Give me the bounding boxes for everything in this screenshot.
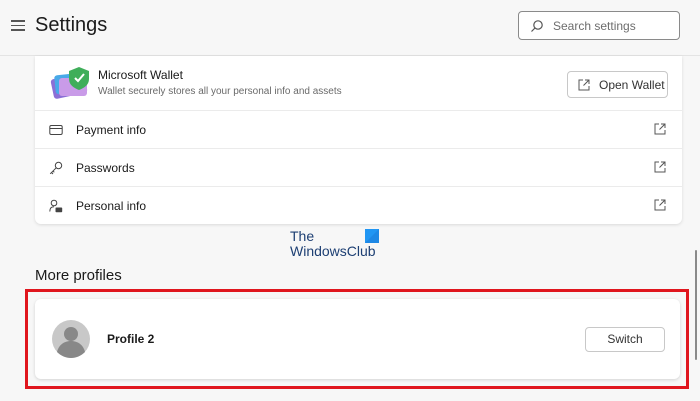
credit-card-icon: [49, 125, 63, 135]
watermark-line2: WindowsClub: [290, 243, 376, 259]
header-bar: Settings: [0, 0, 700, 56]
wallet-row-label: Passwords: [76, 161, 135, 175]
hamburger-menu-icon[interactable]: [11, 20, 25, 32]
external-link-icon[interactable]: [654, 161, 666, 173]
open-wallet-label: Open Wallet: [599, 78, 665, 92]
open-wallet-button[interactable]: Open Wallet: [567, 71, 668, 98]
external-link-icon[interactable]: [654, 199, 666, 211]
wallet-row-personal-info[interactable]: Personal info: [35, 187, 682, 225]
avatar: [52, 320, 90, 358]
external-link-icon[interactable]: [654, 123, 666, 135]
more-profiles-heading: More profiles: [35, 267, 122, 284]
profile-card: Profile 2 Switch: [35, 299, 680, 379]
key-icon: [49, 161, 63, 175]
watermark: The WindowsClub: [290, 228, 390, 262]
search-icon: [531, 20, 543, 32]
windows-logo-icon: [365, 229, 379, 243]
microsoft-wallet-logo-icon: [50, 67, 89, 99]
wallet-card: Microsoft Wallet Wallet securely stores …: [35, 56, 682, 224]
wallet-title: Microsoft Wallet: [98, 68, 183, 82]
person-card-icon: [49, 199, 63, 213]
wallet-row-passwords[interactable]: Passwords: [35, 149, 682, 187]
switch-profile-button[interactable]: Switch: [585, 327, 665, 352]
wallet-header: Microsoft Wallet Wallet securely stores …: [35, 56, 682, 111]
wallet-row-label: Payment info: [76, 123, 147, 137]
external-link-icon: [578, 79, 590, 91]
wallet-row-label: Personal info: [76, 199, 147, 213]
search-input[interactable]: [553, 17, 673, 35]
watermark-line1: The: [290, 228, 315, 244]
wallet-row-payment-info[interactable]: Payment info: [35, 111, 682, 149]
search-box[interactable]: [518, 11, 680, 40]
wallet-description: Wallet securely stores all your personal…: [98, 86, 342, 97]
profile-name: Profile 2: [107, 332, 155, 346]
page-title: Settings: [35, 14, 108, 36]
scrollbar[interactable]: [695, 250, 697, 360]
